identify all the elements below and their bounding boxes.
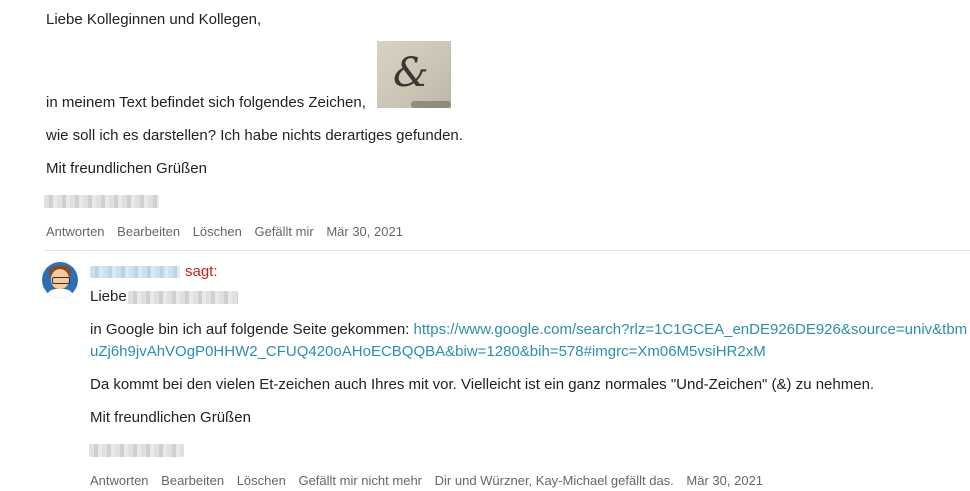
likes-info-link[interactable]: Dir und Würzner, Kay-Michael gefällt das… [435,473,674,488]
reply-body: Da kommt bei den vielen Et-zeichen auch … [90,376,875,393]
post-date: Mär 30, 2021 [326,224,403,239]
post-greeting: Liebe Kolleginnen und Kollegen, [46,11,262,28]
unlike-button[interactable]: Gefällt mir nicht mehr [298,473,422,488]
reply-said-label: sagt: [185,263,218,280]
divider [44,250,970,251]
reply-author-redacted[interactable] [90,266,180,278]
delete-button[interactable]: Löschen [193,224,242,239]
reply-intro: in Google bin ich auf folgende Seite gek… [90,321,414,338]
user-avatar-icon[interactable] [42,262,78,298]
reply-signature-redacted [89,444,184,457]
reply-date: Mär 30, 2021 [686,473,764,488]
reply-edit-button[interactable]: Bearbeiten [161,473,224,488]
edit-button[interactable]: Bearbeiten [117,224,180,239]
reply-delete-button[interactable]: Löschen [237,473,286,488]
reply-reply-button[interactable]: Antworten [90,473,149,488]
post-actions: Antworten Bearbeiten Löschen Gefällt mir… [46,224,412,240]
reply-link-paragraph: in Google bin ich auf folgende Seite gek… [90,320,967,340]
reply-button[interactable]: Antworten [46,224,105,239]
ampersand-glyph-image[interactable]: & [377,41,451,108]
reply-greeting: Liebe [90,288,127,305]
comment-thread: Liebe Kolleginnen und Kollegen, in meine… [0,0,970,491]
post-question: wie soll ich es darstellen? Ich habe nic… [46,127,463,144]
google-search-link-continued[interactable]: uZj6h9jvAhVOgP0HHW2_CFUQ420oAHoECBQQBA&b… [90,343,766,360]
reply-link-continuation: uZj6h9jvAhVOgP0HHW2_CFUQ420oAHoECBQQBA&b… [90,342,766,362]
post-line-text: in meinem Text befindet sich folgendes Z… [46,94,366,111]
post-closing: Mit freundlichen Grüßen [46,160,207,177]
reply-greeting-name-redacted [128,291,238,304]
google-search-link[interactable]: https://www.google.com/search?rlz=1C1GCE… [414,321,968,338]
like-button[interactable]: Gefällt mir [254,224,313,239]
post-signature-redacted [44,195,159,208]
reply-actions: Antworten Bearbeiten Löschen Gefällt mir… [90,473,772,489]
reply-closing: Mit freundlichen Grüßen [90,409,251,426]
